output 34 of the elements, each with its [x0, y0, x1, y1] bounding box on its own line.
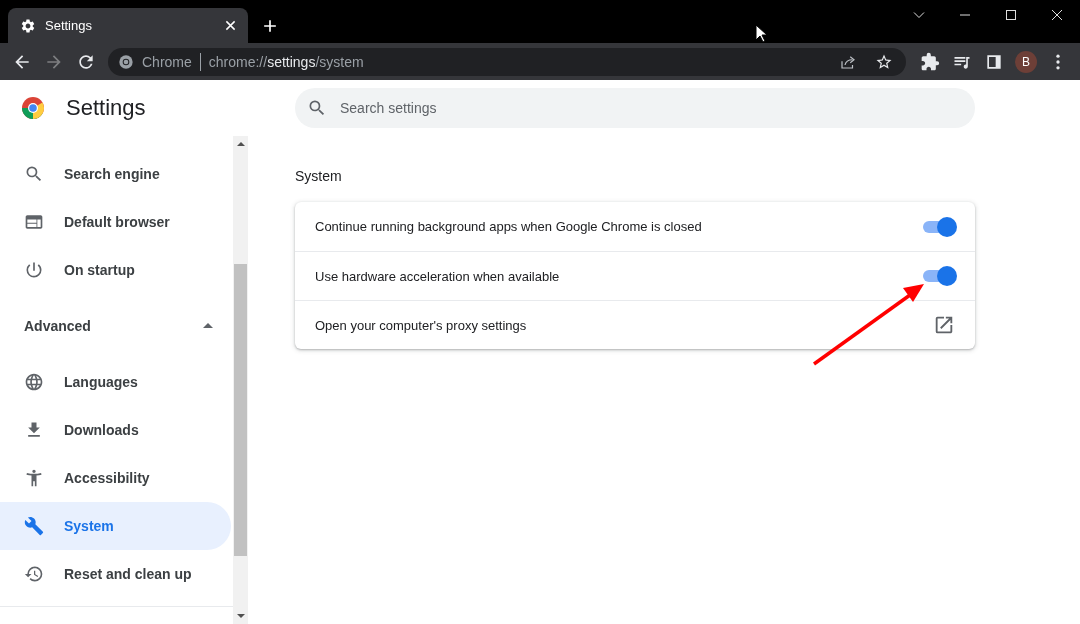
advanced-section-toggle[interactable]: Advanced — [0, 294, 231, 358]
setting-label: Open your computer's proxy settings — [315, 317, 528, 333]
nav-item[interactable]: On startup — [0, 246, 231, 294]
url-text: chrome://settings/system — [208, 53, 364, 70]
person-icon — [24, 468, 44, 488]
nav-item[interactable]: Search engine — [0, 150, 231, 198]
section-title: System — [295, 168, 343, 186]
search-icon — [24, 164, 44, 184]
site-icon — [118, 53, 134, 70]
chrome-logo-icon — [21, 96, 45, 120]
setting-label: Continue running background apps when Google Chrome is closed — [315, 219, 703, 234]
nav-item[interactable]: Default browser — [0, 198, 231, 246]
profile-avatar[interactable]: B — [1015, 50, 1037, 73]
nav-item[interactable]: System — [0, 502, 231, 550]
wrench-icon — [24, 516, 44, 536]
search-field[interactable]: Search settings — [295, 88, 975, 128]
nav-item[interactable]: Languages — [0, 358, 231, 406]
nav-item[interactable]: Accessibility — [0, 454, 231, 502]
caret-icon — [203, 323, 213, 329]
address-bar[interactable]: Chrome chrome://settings/system — [108, 47, 906, 76]
site-label: Chrome — [142, 53, 192, 70]
scrollbar[interactable] — [233, 136, 248, 624]
open-in-new-icon[interactable] — [933, 314, 955, 336]
page-title: Settings — [66, 95, 146, 121]
setting-label: Use hardware acceleration when available — [315, 268, 561, 284]
nav-item[interactable]: Downloads — [0, 406, 231, 454]
tab-title: Settings — [45, 18, 93, 33]
globe-icon — [24, 372, 44, 392]
settings-icon — [20, 17, 36, 34]
power-icon — [24, 260, 44, 280]
browser-tab[interactable]: Settings — [8, 8, 248, 43]
history-icon — [24, 564, 44, 584]
browser-window-icon — [24, 212, 44, 232]
nav-item[interactable]: Reset and clean up — [0, 550, 231, 598]
